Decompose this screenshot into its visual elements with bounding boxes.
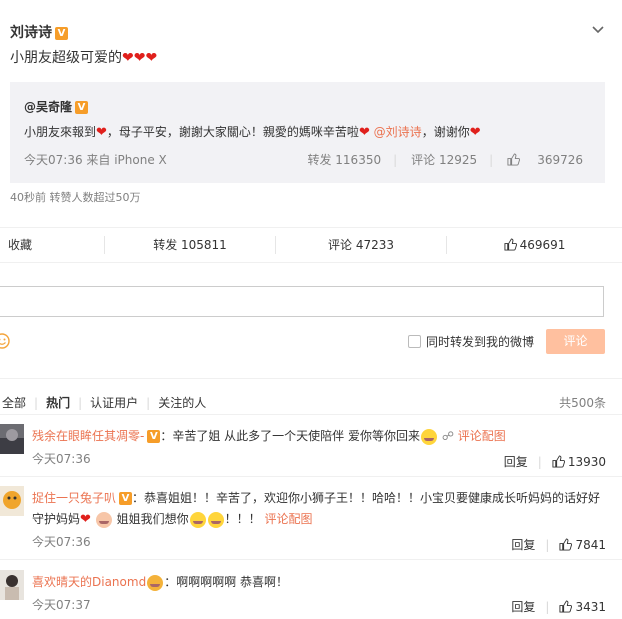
- heart-icon: ❤: [358, 125, 370, 140]
- comment-body: 残余在眼眸任其凋零- V ：辛苦了姐 从此多了一个天使陪伴 爱你等你回来 ☍ 评论配…: [32, 427, 506, 445]
- crown-badge-icon: [147, 574, 164, 591]
- repost-text-c: ，谢谢你: [421, 125, 470, 139]
- like-count: 469691: [519, 238, 566, 252]
- comment-like-count: 13930: [567, 455, 606, 469]
- submit-comment-button[interactable]: 评论: [546, 329, 605, 354]
- crying-emoji-icon: [189, 511, 206, 528]
- repost-like[interactable]: 369726: [507, 153, 583, 167]
- girl-emoji-icon: [95, 511, 112, 528]
- comment-like-count: 3431: [575, 600, 606, 614]
- comment-filter-tabs: 全部 | 热门 | 认证用户 | 关注的人: [2, 394, 207, 411]
- thumbs-up-icon: [507, 153, 521, 166]
- thumbs-up-icon: [504, 238, 517, 251]
- verified-v-icon: V: [55, 26, 68, 40]
- comment-actions: 回复 | 13930: [503, 455, 606, 469]
- comment-total: 共500条: [559, 396, 606, 410]
- like-button[interactable]: 469691: [447, 228, 622, 262]
- divider: [0, 476, 622, 477]
- crying-emoji-icon: [207, 511, 224, 528]
- mention-link[interactable]: @刘诗诗: [374, 125, 422, 139]
- post-author[interactable]: 刘诗诗 V: [10, 22, 68, 42]
- image-icon: ☍: [441, 429, 454, 443]
- verified-v-icon: V: [147, 430, 161, 443]
- chevron-down-icon[interactable]: [592, 24, 604, 36]
- comment-time: 今天07:36: [32, 452, 91, 466]
- comment-time: 今天07:36: [32, 535, 91, 549]
- heart-icon: ❤: [96, 125, 107, 140]
- avatar[interactable]: [0, 570, 24, 600]
- comment-image-link[interactable]: 评论配图: [264, 512, 312, 526]
- comment-body: 喜欢晴天的Dianomd ：啊啊啊啊啊 恭喜啊！: [32, 573, 288, 591]
- reply-button[interactable]: 回复: [504, 455, 528, 469]
- thumbs-up-icon: [559, 600, 573, 613]
- divider: [0, 414, 622, 415]
- filter-following[interactable]: 关注的人: [158, 394, 206, 411]
- comment-actions: 回复 | 7841: [511, 538, 606, 552]
- repost-text-a: 小朋友來報到: [24, 125, 97, 139]
- repost-meta[interactable]: 今天07:36 来自 iPhone X: [24, 151, 167, 168]
- comment-author[interactable]: 残余在眼眸任其凋零-: [32, 429, 144, 443]
- repost-comment-count[interactable]: 评论 12925: [411, 153, 477, 167]
- comment-like-count: 7841: [575, 538, 606, 552]
- avatar[interactable]: [0, 424, 24, 454]
- filter-hot[interactable]: 热门: [46, 394, 70, 411]
- post-author-name[interactable]: 刘诗诗: [10, 25, 52, 41]
- filter-all[interactable]: 全部: [2, 394, 26, 411]
- repost-text-b: ，母子平安，謝謝大家關心！親愛的媽咪辛苦啦: [106, 125, 359, 139]
- divider: [0, 378, 622, 379]
- heart-icon: ❤❤❤: [122, 50, 158, 66]
- comment-like-button[interactable]: 3431: [559, 600, 606, 614]
- comment-input[interactable]: [0, 286, 604, 317]
- post-text: 小朋友超级可爱的❤❤❤: [10, 47, 157, 67]
- comment-text-d: ！！！: [224, 512, 261, 526]
- thumbs-up-icon: [559, 538, 573, 551]
- repost-text: 小朋友來報到❤，母子平安，謝謝大家關心！親愛的媽咪辛苦啦❤ @刘诗诗，谢谢你❤: [24, 123, 481, 140]
- crying-emoji-icon: [420, 428, 437, 445]
- post-meta: 40秒前 转赞人数超过50万: [10, 191, 141, 204]
- comment-time: 今天07:37: [32, 598, 91, 612]
- repost-button[interactable]: 转发 105811: [105, 228, 275, 262]
- comment-text-b: 守护妈妈: [32, 512, 81, 526]
- comment-actions: 回复 | 3431: [511, 600, 606, 614]
- comment-body-line2: 守护妈妈❤ 姐姐我们想你 ！！！ 评论配图: [32, 510, 312, 528]
- comment-like-button[interactable]: 7841: [559, 538, 606, 552]
- comment-image-link[interactable]: 评论配图: [458, 429, 506, 443]
- repost-stats: 转发 116350 | 评论 12925 | 369726: [307, 153, 583, 167]
- repost-like-count: 369726: [537, 153, 583, 167]
- repost-author[interactable]: @吴奇隆 V: [24, 98, 89, 115]
- thumbs-up-icon: [552, 455, 565, 468]
- favorite-button[interactable]: 收藏: [0, 228, 104, 262]
- comment-author[interactable]: 喜欢晴天的Dianomd: [32, 575, 146, 589]
- comment-like-button[interactable]: 13930: [552, 455, 606, 469]
- emoji-smile-icon[interactable]: [0, 333, 10, 349]
- reply-button[interactable]: 回复: [511, 538, 535, 552]
- comment-author[interactable]: 捉住一只兔子叭: [32, 491, 116, 505]
- comment-text-c: 姐姐我们想你: [116, 512, 189, 526]
- comment-text: ：辛苦了姐 从此多了一个天使陪伴 爱你等你回来: [160, 429, 420, 443]
- repost-author-name[interactable]: @吴奇隆: [24, 100, 72, 114]
- verified-v-icon: V: [75, 101, 89, 114]
- comment-text: ：啊啊啊啊啊 恭喜啊！: [164, 575, 289, 589]
- heart-icon: ❤: [80, 512, 91, 527]
- comment-text-a: ：恭喜姐姐！！辛苦了，欢迎你小狮子王！！哈哈！！小宝贝要健康成长听妈妈的话好好: [132, 491, 601, 505]
- reply-button[interactable]: 回复: [511, 600, 535, 614]
- filter-verified[interactable]: 认证用户: [90, 394, 138, 411]
- also-repost-checkbox[interactable]: [408, 335, 421, 348]
- avatar[interactable]: [0, 486, 24, 516]
- action-bar: 收藏 转发 105811 评论 47233 469691: [0, 227, 622, 263]
- repost-card: @吴奇隆 V 小朋友來報到❤，母子平安，謝謝大家關心！親愛的媽咪辛苦啦❤ @刘诗诗…: [10, 82, 605, 183]
- comment-body: 捉住一只兔子叭 V ：恭喜姐姐！！辛苦了，欢迎你小狮子王！！哈哈！！小宝贝要健康成长…: [32, 489, 600, 506]
- heart-icon: ❤: [469, 125, 481, 140]
- verified-v-icon: V: [119, 492, 133, 505]
- repost-repost-count[interactable]: 转发 116350: [307, 153, 381, 167]
- comment-button[interactable]: 评论 47233: [276, 228, 446, 262]
- also-repost-label: 同时转发到我的微博: [426, 335, 535, 349]
- post-text-content: 小朋友超级可爱的: [10, 50, 122, 66]
- divider: [0, 559, 622, 560]
